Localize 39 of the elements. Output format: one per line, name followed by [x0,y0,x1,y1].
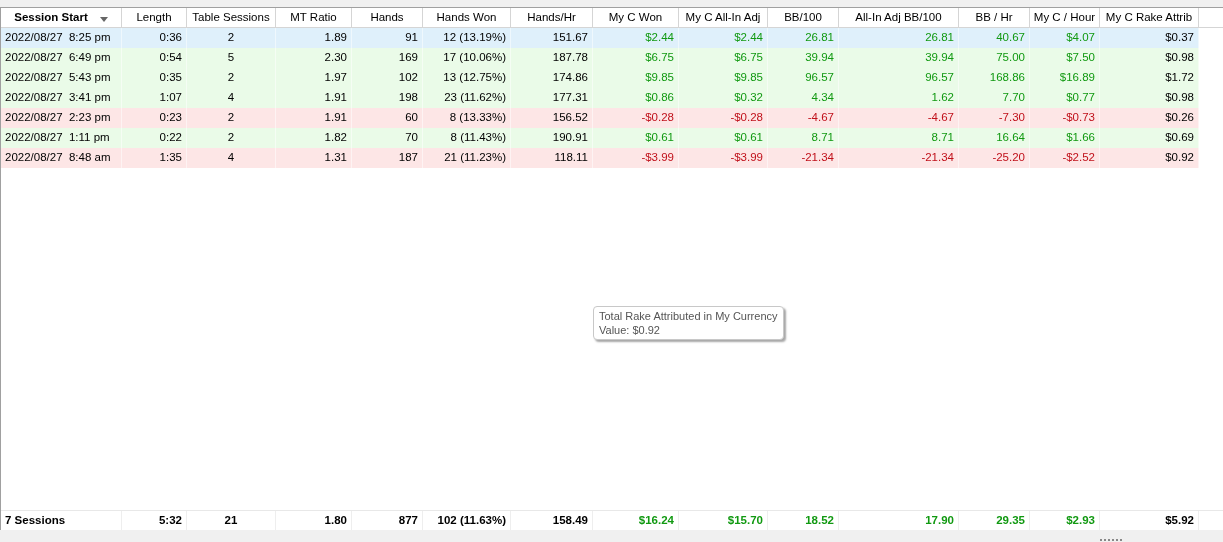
table-cell: -21.34 [839,148,959,168]
column-header[interactable]: Hands [352,8,423,27]
column-header[interactable]: Hands Won [423,8,511,27]
sort-down-icon [99,17,108,22]
table-row[interactable]: 2022/08/27 6:49 pm 0:54 5 2.30 169 17 (10.06%) 187.78 $6.75 $6.75 39.94 39.94 75.00 $7.50 $0.98 [1,48,1199,68]
resize-grip-icon[interactable] [1099,539,1125,542]
table-row[interactable]: 2022/08/27 2:23 pm 0:23 2 1.91 60 8 (13.33%) 156.52 -$0.28 -$0.28 -4.67 -4.67 -7.30 -$0.73 $0.26 [1,108,1199,128]
table-row[interactable]: 2022/08/27 8:48 am 1:35 4 1.31 187 21 (11.23%) 118.11 -$3.99 -$3.99 -21.34 -21.34 -25.20 -$2.52 $0.92 [1,148,1199,168]
column-header[interactable]: BB / Hr [959,8,1030,27]
column-header[interactable]: Session Start [1,8,122,27]
column-header[interactable]: All-In Adj BB/100 [839,8,959,27]
tooltip-title: Total Rake Attributed in My Currency [599,309,778,323]
table-cell: 1.31 [276,148,352,168]
column-header[interactable]: My C Rake Attrib [1100,8,1199,27]
table-cell: 187 [352,148,423,168]
table-cell: 1:35 [122,148,187,168]
tooltip-value: Value: $0.92 [599,323,661,337]
column-header[interactable]: My C All-In Adj [679,8,768,27]
column-header[interactable]: BB/100 [768,8,839,27]
column-header[interactable]: Hands/Hr [511,8,593,27]
table-cell: 4 [187,148,276,168]
table-cell: $0.92 [1100,148,1199,168]
table-cell: -$3.99 [679,148,768,168]
table-row[interactable]: 2022/08/27 1:11 pm 0:22 2 1.82 70 8 (11.43%) 190.91 $0.61 $0.61 8.71 8.71 16.64 $1.66 $0.69 [1,128,1199,148]
table-cell: 2022/08/27 8:48 am [1,148,122,168]
table-row[interactable]: 2022/08/27 3:41 pm 1:07 4 1.91 198 23 (11.62%) 177.31 $0.86 $0.32 4.34 1.62 7.70 $0.77 $0.98 [1,88,1199,108]
column-header[interactable]: Table Sessions [187,8,276,27]
table-cell: -25.20 [959,148,1030,168]
table-cell: -$3.99 [593,148,679,168]
column-header[interactable]: Length [122,8,187,27]
column-header[interactable]: My C Won [593,8,679,27]
table-cell: -21.34 [768,148,839,168]
table-cell: 21 (11.23%) [423,148,511,168]
table-cell: 118.11 [511,148,593,168]
column-header[interactable]: My C / Hour [1030,8,1100,27]
table-cell: -$2.52 [1030,148,1100,168]
table-row[interactable]: 2022/08/27 5:43 pm 0:35 2 1.97 102 13 (12.75%) 174.86 $9.85 $9.85 96.57 96.57 168.86 $16.89 $1.72 [1,68,1199,88]
column-header[interactable]: MT Ratio [276,8,352,27]
table-row[interactable]: 2022/08/27 8:25 pm 0:36 2 1.89 91 12 (13.19%) 151.67 $2.44 $2.44 26.81 26.81 40.67 $4.07 $0.37 [1,28,1199,48]
